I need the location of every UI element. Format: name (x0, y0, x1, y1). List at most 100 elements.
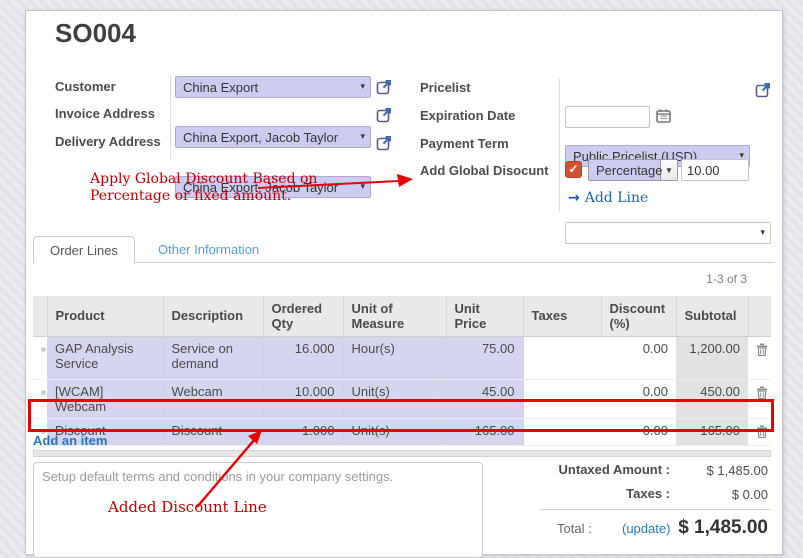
drag-dot-icon (41, 390, 46, 395)
cell-taxes (523, 379, 601, 418)
check-icon: ✓ (568, 162, 578, 176)
cell-taxes (523, 336, 601, 379)
pricelist-open-record-icon[interactable] (755, 82, 771, 98)
cell-unit-price: 75.00 (446, 336, 523, 379)
tab-other-information[interactable]: Other Information (142, 236, 275, 263)
cell-product: GAP Analysis Service (47, 336, 163, 379)
cell-qty: 10.000 (263, 379, 343, 418)
cell-subtotal: -165.00 (676, 418, 748, 445)
untaxed-amount-label: Untaxed Amount : (500, 462, 670, 477)
expiration-date-label: Expiration Date (420, 108, 515, 123)
total-label: Total : (557, 521, 592, 536)
page-title: SO004 (55, 18, 136, 49)
order-lines-table: Product Description Ordered Qty Unit of … (33, 296, 771, 446)
trash-icon[interactable] (756, 386, 763, 402)
add-line-link[interactable]: → Add Line (568, 190, 648, 206)
tab-order-lines-label: Order Lines (50, 243, 118, 258)
global-discount-checkbox[interactable]: ✓ (565, 161, 582, 178)
invoice-address-value: China Export, Jacob Taylor (183, 130, 338, 145)
cell-uom: Unit(s) (343, 418, 446, 445)
invoice-address-label: Invoice Address (55, 106, 155, 121)
calendar-icon[interactable] (656, 108, 672, 124)
tab-order-lines[interactable]: Order Lines (33, 236, 135, 264)
order-line-row[interactable]: GAP Analysis Service Service on demand 1… (33, 336, 771, 379)
col-delete (748, 296, 771, 336)
untaxed-amount-value: $ 1,485.00 (668, 463, 768, 478)
notebook-tabbar: Order Lines Other Information (33, 236, 775, 263)
cell-subtotal: 1,200.00 (676, 336, 748, 379)
chevron-down-icon: ▾ (360, 181, 365, 192)
cell-delete (748, 379, 771, 418)
invoice-address-select[interactable]: China Export, Jacob Taylor ▾ (175, 126, 371, 148)
col-taxes[interactable]: Taxes (523, 296, 601, 336)
col-unit-of-measure[interactable]: Unit of Measure (343, 296, 446, 336)
add-line-label: Add Line (585, 190, 649, 206)
cell-uom: Unit(s) (343, 379, 446, 418)
customer-value: China Export (183, 80, 258, 95)
row-drag-handle[interactable] (33, 336, 47, 379)
customer-open-record-icon[interactable] (376, 79, 392, 95)
col-ordered-qty[interactable]: Ordered Qty (263, 296, 343, 336)
annotation-discount-line: Added Discount Line (108, 499, 267, 516)
annotation-line2: Percentage or fixed amount. (90, 188, 317, 205)
payment-term-label: Payment Term (420, 136, 509, 151)
trash-icon[interactable] (756, 425, 763, 441)
handle-column-header (33, 296, 47, 336)
discount-type-value: Percentage (596, 163, 663, 178)
row-drag-handle[interactable] (33, 379, 47, 418)
cell-description: Discount (163, 418, 263, 445)
delivery-address-open-record-icon[interactable] (376, 135, 392, 151)
col-product[interactable]: Product (47, 296, 163, 336)
right-group-separator (559, 78, 560, 212)
customer-select[interactable]: China Export ▾ (175, 76, 371, 98)
customer-label: Customer (55, 79, 116, 94)
totals-divider (540, 509, 770, 510)
cell-discount: 0.00 (601, 379, 676, 418)
cell-description: Webcam (163, 379, 263, 418)
delivery-address-label: Delivery Address (55, 134, 161, 149)
total-value: $ 1,485.00 (628, 517, 768, 539)
cell-unit-price: -165.00 (446, 418, 523, 445)
cell-product: [WCAM] Webcam (47, 379, 163, 418)
col-unit-price[interactable]: Unit Price (446, 296, 523, 336)
tab-other-information-label: Other Information (158, 242, 259, 257)
trash-icon[interactable] (756, 343, 763, 359)
cell-subtotal: 450.00 (676, 379, 748, 418)
list-resize-handle[interactable] (33, 450, 771, 457)
discount-amount-input[interactable] (681, 159, 749, 181)
discount-type-dropdown-button[interactable]: ▼ (661, 159, 678, 181)
chevron-down-icon: ▾ (360, 81, 365, 92)
cell-unit-price: 45.00 (446, 379, 523, 418)
cell-uom: Hour(s) (343, 336, 446, 379)
pricelist-label: Pricelist (420, 80, 471, 95)
discount-type-select[interactable]: Percentage (588, 159, 661, 181)
annotation-line1: Apply Global Discount Based on (90, 171, 317, 188)
drag-dot-icon (41, 347, 46, 352)
expiration-date-input[interactable] (565, 106, 650, 128)
left-group-separator (170, 76, 171, 160)
global-discount-label: Add Global Disocunt (420, 163, 549, 178)
cell-description: Service on demand (163, 336, 263, 379)
taxes-label: Taxes : (500, 486, 670, 501)
add-an-item-link[interactable]: Add an item (33, 433, 107, 448)
col-subtotal[interactable]: Subtotal (676, 296, 748, 336)
order-line-row[interactable]: [WCAM] Webcam Webcam 10.000 Unit(s) 45.0… (33, 379, 771, 418)
cell-qty: 16.000 (263, 336, 343, 379)
col-description[interactable]: Description (163, 296, 263, 336)
chevron-down-icon: ▾ (360, 131, 365, 142)
order-line-row-discount[interactable]: Discount Discount 1.000 Unit(s) -165.00 … (33, 418, 771, 445)
col-discount[interactable]: Discount (%) (601, 296, 676, 336)
cell-discount: 0.00 (601, 418, 676, 445)
arrow-right-icon: → (568, 190, 580, 206)
cell-qty: 1.000 (263, 418, 343, 445)
taxes-value: $ 0.00 (668, 487, 768, 502)
cell-taxes (523, 418, 601, 445)
cell-discount: 0.00 (601, 336, 676, 379)
cell-delete (748, 336, 771, 379)
cell-delete (748, 418, 771, 445)
annotation-global-discount: Apply Global Discount Based on Percentag… (90, 171, 317, 205)
table-header-row: Product Description Ordered Qty Unit of … (33, 296, 771, 336)
order-lines-table-wrapper: Product Description Ordered Qty Unit of … (33, 296, 771, 446)
invoice-address-open-record-icon[interactable] (376, 107, 392, 123)
list-pager: 1-3 of 3 (600, 272, 747, 286)
